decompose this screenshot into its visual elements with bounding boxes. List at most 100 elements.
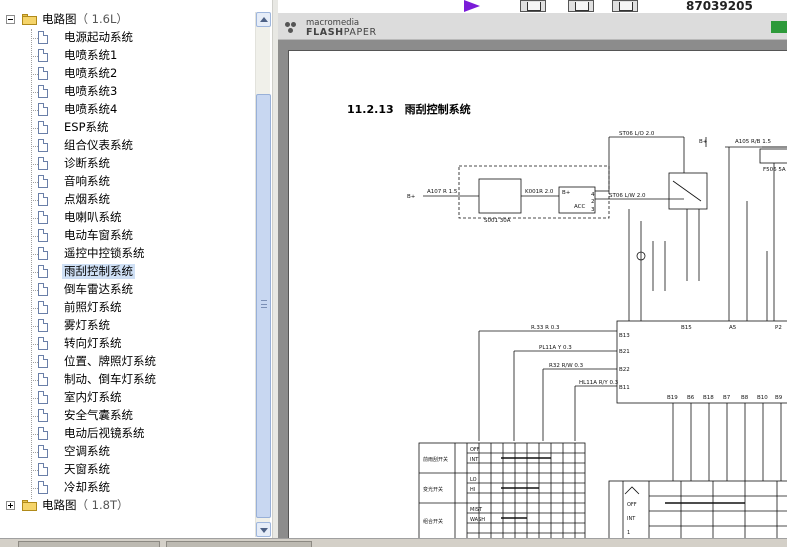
toolbar-button-3[interactable] [612, 0, 638, 12]
tree-connector [31, 146, 38, 147]
tree-item[interactable]: 遥控中控锁系统 [0, 245, 256, 263]
label-pin-4: 4 [591, 192, 595, 198]
bottom-taskbar [0, 538, 787, 547]
document-icon [38, 229, 48, 242]
label-b13: B13 [619, 333, 630, 339]
tree-item-label: 遥控中控锁系统 [64, 246, 145, 260]
label-b15: B15 [681, 325, 692, 331]
tree-item-label: 点烟系统 [64, 192, 110, 206]
tree-item-label: 安全气囊系统 [64, 408, 133, 422]
scroll-down-button[interactable] [256, 522, 271, 537]
label-pin-2: 2 [591, 199, 595, 205]
label-b8: B8 [741, 395, 749, 401]
switch-row-wash: WASH [470, 517, 485, 523]
tree-item-label: 电喷系统1 [64, 48, 118, 62]
expand-icon[interactable] [6, 501, 15, 510]
tree-connector [31, 416, 38, 417]
tree-item-label: 雾灯系统 [64, 318, 110, 332]
tree-item-label: 位置、牌照灯系统 [64, 354, 156, 368]
tree-list: 电路图（ 1.6L） 电源起动系统 电喷系统1 电喷系统2 电喷系统3 电喷系统4 ESP系… [0, 11, 256, 515]
tree-item[interactable]: 雾灯系统 [0, 317, 256, 335]
tree-item[interactable]: 组合仪表系统 [0, 137, 256, 155]
tree-item[interactable]: 室内灯系统 [0, 389, 256, 407]
tree-item[interactable]: 雨刮控制系统 [0, 263, 256, 281]
label-b22: B22 [619, 367, 630, 373]
tree-item[interactable]: 安全气囊系统 [0, 407, 256, 425]
document-icon [38, 301, 48, 314]
tree-item-label: 转向灯系统 [64, 336, 122, 350]
tree-item[interactable]: 音响系统 [0, 173, 256, 191]
tree-item[interactable]: 电喇叭系统 [0, 209, 256, 227]
tree-item-label: 电喇叭系统 [64, 210, 122, 224]
tree-item[interactable]: 前照灯系统 [0, 299, 256, 317]
tree-item-label: 电喷系统3 [64, 84, 118, 98]
document-icon [38, 337, 48, 350]
document-page: 11.2.13 雨刮控制系统 B+ A107 R 1.5 S001 30A K0… [288, 50, 787, 538]
tree-item[interactable]: 位置、牌照灯系统 [0, 353, 256, 371]
tree-item-label: 制动、倒车灯系统 [64, 372, 156, 386]
tree-connector [31, 452, 38, 453]
tree-connector [31, 74, 38, 75]
folder-open-icon [22, 14, 37, 25]
document-viewer: 87039205 macromedia FLASHPAPER 11.2.13 雨… [278, 0, 787, 538]
tree-item-label: 冷却系统 [64, 480, 110, 494]
scroll-thumb[interactable] [256, 94, 271, 518]
document-icon [38, 391, 48, 404]
tree-item[interactable]: 倒车雷达系统 [0, 281, 256, 299]
scroll-up-button[interactable] [256, 12, 271, 27]
tree-item-label: 室内灯系统 [64, 390, 122, 404]
tree-connector [31, 470, 38, 471]
tree-item[interactable]: 空调系统 [0, 443, 256, 461]
label-b11: B11 [619, 385, 630, 391]
tree-item[interactable]: 电喷系统3 [0, 83, 256, 101]
tree-connector [31, 110, 38, 111]
document-icon [38, 373, 48, 386]
product-name-b: PAPER [343, 27, 377, 38]
bottom-tab-1[interactable] [18, 541, 160, 547]
document-icon [38, 481, 48, 494]
tree-root-18t[interactable]: 电路图（ 1.8T） [0, 497, 256, 515]
tree-root-16l[interactable]: 电路图（ 1.6L） [0, 11, 256, 29]
document-icon [38, 157, 48, 170]
play-arrow-icon[interactable] [464, 0, 480, 12]
tree-item-label: 天窗系统 [64, 462, 110, 476]
tree-item[interactable]: 电动后视镜系统 [0, 425, 256, 443]
tree-item[interactable]: 电动车窗系统 [0, 227, 256, 245]
label-st06a: ST06 L/O 2.0 [619, 131, 655, 137]
label-b18: B18 [703, 395, 714, 401]
tree-item[interactable]: 冷却系统 [0, 479, 256, 497]
tree-scrollbar[interactable] [255, 12, 271, 537]
tree-root-16l-label: 电路图（ 1.6L） [40, 12, 130, 27]
tree-item[interactable]: 点烟系统 [0, 191, 256, 209]
switch-head-combo: 组合开关 [423, 518, 443, 525]
tree-item[interactable]: 电喷系统1 [0, 47, 256, 65]
document-icon [38, 103, 48, 116]
tree-item[interactable]: 诊断系统 [0, 155, 256, 173]
label-b9: B9 [775, 395, 783, 401]
tree-item[interactable]: 转向灯系统 [0, 335, 256, 353]
tree-item[interactable]: 天窗系统 [0, 461, 256, 479]
grip-icon [261, 300, 267, 308]
label-b19: B19 [667, 395, 678, 401]
label-acc: ACC [574, 204, 586, 210]
app-window: 电路图（ 1.6L） 电源起动系统 电喷系统1 电喷系统2 电喷系统3 电喷系统4 ESP系… [0, 0, 787, 547]
tree-item[interactable]: 电喷系统2 [0, 65, 256, 83]
document-icon [38, 355, 48, 368]
label-s001: S001 30A [484, 218, 511, 224]
tree-connector [31, 38, 38, 39]
tree-item[interactable]: 电喷系统4 [0, 101, 256, 119]
tree-item-label: 组合仪表系统 [64, 138, 133, 152]
tree-root-16l-version: （ 1.6L） [76, 12, 128, 26]
tree-pane: 电路图（ 1.6L） 电源起动系统 电喷系统1 电喷系统2 电喷系统3 电喷系统4 ESP系… [0, 0, 272, 547]
switch-head-dimmer: 变光开关 [423, 486, 443, 493]
tree-item[interactable]: ESP系统 [0, 119, 256, 137]
tree-item[interactable]: 制动、倒车灯系统 [0, 371, 256, 389]
toolbar-button-1[interactable] [520, 0, 546, 12]
bottom-tab-2[interactable] [166, 541, 312, 547]
collapse-icon[interactable] [6, 15, 15, 24]
label-b7: B7 [723, 395, 731, 401]
toolbar-button-2[interactable] [568, 0, 594, 12]
tree-root-18t-title: 电路图 [42, 498, 77, 512]
tree-item[interactable]: 电源起动系统 [0, 29, 256, 47]
switch-row-int: INT [470, 457, 479, 463]
